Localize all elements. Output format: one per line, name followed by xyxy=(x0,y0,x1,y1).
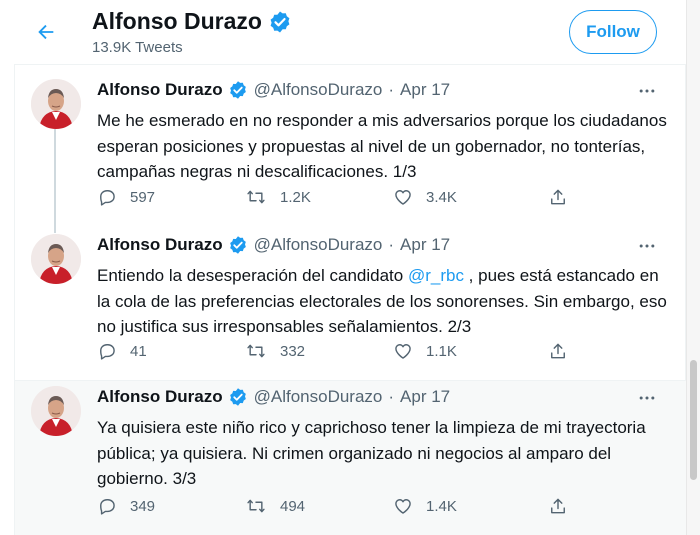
like-button[interactable]: 3.4K xyxy=(393,185,457,209)
tweet-text: Entiendo la desesperación del candidato … xyxy=(97,263,672,340)
share-icon xyxy=(548,496,568,516)
separator-dot: · xyxy=(388,387,395,406)
share-button[interactable] xyxy=(548,494,568,518)
avatar[interactable] xyxy=(31,386,81,436)
retweet-count: 494 xyxy=(280,497,306,515)
tweet[interactable]: Alfonso Durazo @AlfonsoDurazo · Apr 17 M… xyxy=(15,74,687,229)
more-horizontal-icon xyxy=(637,81,657,101)
reply-count: 597 xyxy=(130,188,156,206)
reply-button[interactable]: 41 xyxy=(97,339,147,363)
verified-badge-icon xyxy=(268,10,292,34)
tweet-actions: 349 494 1.4K xyxy=(97,494,577,518)
thread-connector xyxy=(54,128,56,229)
retweet-button[interactable]: 1.2K xyxy=(245,185,311,209)
verified-badge-icon xyxy=(228,235,248,255)
verified-badge-icon xyxy=(228,80,248,100)
tweet-actions: 41 332 1.1K xyxy=(97,339,577,363)
more-horizontal-icon xyxy=(637,236,657,256)
reply-icon xyxy=(97,496,117,516)
author-name[interactable]: Alfonso Durazo xyxy=(97,387,223,407)
tweet-header: Alfonso Durazo @AlfonsoDurazo · Apr 17 xyxy=(97,387,450,407)
author-handle[interactable]: @AlfonsoDurazo xyxy=(254,235,383,255)
verified-badge-icon xyxy=(228,387,248,407)
share-button[interactable] xyxy=(548,185,568,209)
reply-icon xyxy=(97,187,117,207)
retweet-count: 1.2K xyxy=(280,188,311,206)
tweet[interactable]: Alfonso Durazo @AlfonsoDurazo · Apr 17 E… xyxy=(15,219,687,381)
scrollbar[interactable] xyxy=(686,0,700,535)
reply-count: 41 xyxy=(130,342,147,360)
reply-button[interactable]: 597 xyxy=(97,185,155,209)
back-button[interactable] xyxy=(28,14,64,50)
tweet-actions: 597 1.2K 3.4K xyxy=(97,185,577,209)
retweet-count: 332 xyxy=(280,342,306,360)
retweet-button[interactable]: 494 xyxy=(245,494,305,518)
heart-icon xyxy=(393,187,413,207)
divider xyxy=(15,64,687,65)
tweet-date[interactable]: Apr 17 xyxy=(400,80,450,100)
heart-icon xyxy=(393,341,413,361)
tweet-thread: Alfonso Durazo @AlfonsoDurazo · Apr 17 M… xyxy=(14,64,687,535)
tweet-date[interactable]: Apr 17 xyxy=(400,387,450,407)
share-button[interactable] xyxy=(548,339,568,363)
mention-link[interactable]: @r_rbc xyxy=(408,266,464,285)
profile-header: Alfonso Durazo 13.9K Tweets Follow xyxy=(0,0,686,64)
scrollbar-thumb[interactable] xyxy=(690,360,697,480)
tweet-text: Ya quisiera este niño rico y caprichoso … xyxy=(97,418,646,488)
tweet-date[interactable]: Apr 17 xyxy=(400,235,450,255)
like-count: 1.4K xyxy=(426,497,457,515)
like-button[interactable]: 1.4K xyxy=(393,494,457,518)
arrow-left-icon xyxy=(35,21,57,43)
follow-button[interactable]: Follow xyxy=(569,10,657,54)
thread-connector xyxy=(54,219,56,233)
reply-icon xyxy=(97,341,117,361)
retweet-icon xyxy=(245,187,267,207)
more-options-button[interactable] xyxy=(629,231,665,261)
profile-name: Alfonso Durazo xyxy=(92,8,292,35)
author-name[interactable]: Alfonso Durazo xyxy=(97,80,223,100)
avatar[interactable] xyxy=(31,79,81,129)
more-options-button[interactable] xyxy=(629,383,665,413)
profile-name-text: Alfonso Durazo xyxy=(92,8,262,34)
like-count: 3.4K xyxy=(426,188,457,206)
retweet-icon xyxy=(245,496,267,516)
reply-button[interactable]: 349 xyxy=(97,494,155,518)
separator-dot: · xyxy=(388,80,395,99)
reply-count: 349 xyxy=(130,497,156,515)
tweet-count: 13.9K Tweets xyxy=(92,39,183,56)
like-button[interactable]: 1.1K xyxy=(393,339,457,363)
more-options-button[interactable] xyxy=(629,76,665,106)
separator-dot: · xyxy=(388,235,395,254)
author-handle[interactable]: @AlfonsoDurazo xyxy=(254,80,383,100)
retweet-icon xyxy=(245,341,267,361)
tweet-header: Alfonso Durazo @AlfonsoDurazo · Apr 17 xyxy=(97,80,450,100)
avatar[interactable] xyxy=(31,234,81,284)
tweet-text-part: Entiendo la desesperación del candidato xyxy=(97,266,408,285)
tweet[interactable]: Alfonso Durazo @AlfonsoDurazo · Apr 17 Y… xyxy=(15,381,687,535)
share-icon xyxy=(548,341,568,361)
share-icon xyxy=(548,187,568,207)
tweet-header: Alfonso Durazo @AlfonsoDurazo · Apr 17 xyxy=(97,235,450,255)
author-handle[interactable]: @AlfonsoDurazo xyxy=(254,387,383,407)
like-count: 1.1K xyxy=(426,342,457,360)
tweet-text: Me he esmerado en no responder a mis adv… xyxy=(97,111,667,181)
retweet-button[interactable]: 332 xyxy=(245,339,305,363)
heart-icon xyxy=(393,496,413,516)
more-horizontal-icon xyxy=(637,388,657,408)
author-name[interactable]: Alfonso Durazo xyxy=(97,235,223,255)
